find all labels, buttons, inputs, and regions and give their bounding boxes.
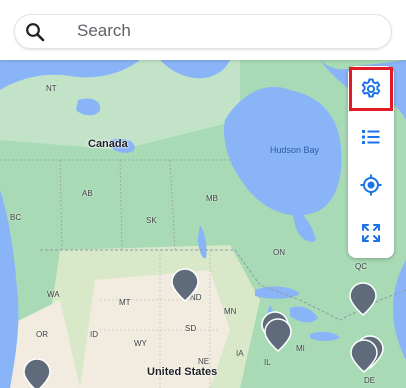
map-label-united-states: United States (147, 366, 218, 378)
map-label-il: IL (264, 358, 271, 367)
map-label-mb: MB (206, 194, 218, 203)
gear-icon (361, 78, 381, 98)
map-pin-icon[interactable] (349, 282, 377, 316)
map-label-nt: NT (46, 84, 57, 93)
list-view-button[interactable] (351, 117, 391, 157)
map-label-sd: SD (185, 324, 197, 333)
map-label-hudson-bay: Hudson Bay (270, 145, 320, 155)
list-icon (362, 130, 380, 144)
map-label-mt: MT (119, 298, 131, 307)
map-label-wy: WY (134, 339, 147, 348)
fullscreen-button[interactable] (351, 213, 391, 253)
map-label-on: ON (273, 248, 285, 257)
map-label-ne: NE (198, 357, 210, 366)
settings-button[interactable] (349, 67, 393, 111)
map-pin-icon[interactable] (23, 358, 51, 388)
map-pin-icon[interactable] (264, 318, 292, 352)
map-label-canada: Canada (88, 138, 128, 150)
search-bar (0, 0, 406, 60)
map-label-ia: IA (236, 349, 244, 358)
search-box[interactable] (14, 14, 392, 49)
map-pin-icon[interactable] (171, 268, 199, 302)
search-input[interactable] (77, 17, 377, 45)
map-label-sk: SK (146, 216, 157, 225)
map-label-de: DE (364, 376, 376, 385)
my-location-icon (360, 174, 382, 196)
map-label-ab: AB (82, 189, 93, 198)
my-location-button[interactable] (351, 165, 391, 205)
map-label-or: OR (36, 330, 48, 339)
map-controls-panel (348, 66, 394, 258)
fullscreen-icon (362, 224, 380, 242)
map-pin-icon[interactable] (350, 339, 378, 373)
map-label-wa: WA (47, 290, 60, 299)
map-screen: Canada United States Hudson Bay NT AB BC… (0, 0, 406, 388)
map-label-qc: QC (355, 262, 367, 271)
map-label-id: ID (90, 330, 98, 339)
map-label-mi: MI (296, 344, 305, 353)
map-label-bc: BC (10, 213, 22, 222)
map-label-mn: MN (224, 307, 237, 316)
search-icon[interactable] (25, 22, 45, 42)
